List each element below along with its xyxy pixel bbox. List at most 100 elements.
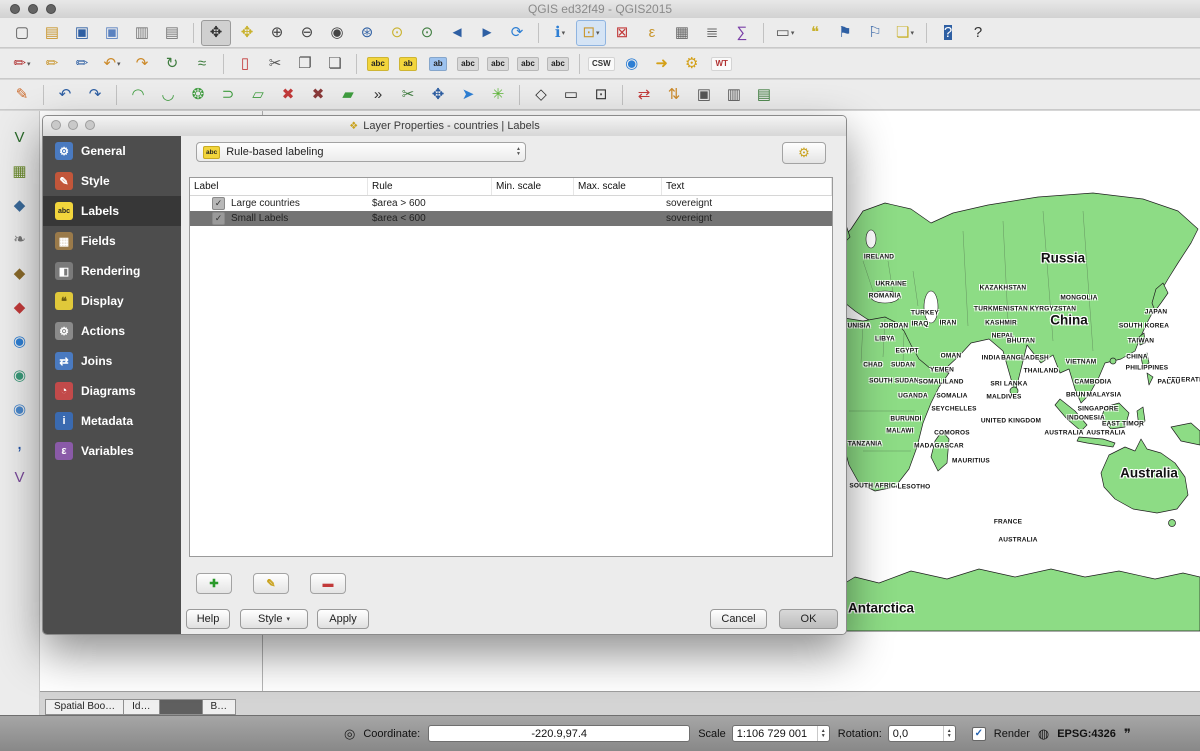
refresh-map-icon[interactable]: ⟳ — [503, 21, 531, 45]
text-annotation-icon[interactable]: ❏▾ — [891, 21, 919, 45]
pan-to-selection-icon[interactable]: ✥ — [233, 21, 261, 45]
toolbar-overflow-chevron[interactable]: » — [364, 83, 392, 107]
open-project-icon[interactable]: ▤ — [38, 21, 66, 45]
new-print-composer-icon[interactable]: ▥ — [128, 21, 156, 45]
whats-this-icon[interactable]: ? — [964, 21, 992, 45]
move-feature-copy-icon[interactable]: ❂ — [184, 83, 212, 107]
rule-enabled-checkbox[interactable]: ✓ — [212, 197, 225, 210]
csw-icon[interactable]: CSW — [587, 52, 616, 76]
split-features-icon[interactable]: ✂ — [394, 83, 422, 107]
reshape-features-icon[interactable]: ▱ — [244, 83, 272, 107]
mouse-position-icon[interactable]: ◎ — [344, 726, 355, 742]
raster-swap-icon[interactable]: ⇄ — [630, 83, 658, 107]
zoom-full-extent-icon[interactable]: ⊛ — [353, 21, 381, 45]
dialog-minimize-button[interactable] — [68, 120, 78, 130]
dropdown-arrow-icon[interactable]: ▾ — [562, 29, 566, 37]
composer-manager-icon[interactable]: ▤ — [158, 21, 186, 45]
zoom-last-icon[interactable]: ◄ — [443, 21, 471, 45]
open-attribute-table-icon[interactable]: ▦ — [668, 21, 696, 45]
save-layer-edits-icon[interactable]: ✏ — [68, 52, 96, 76]
plugin-arrow-icon[interactable]: ➜ — [648, 52, 676, 76]
dock-tab[interactable] — [159, 699, 203, 715]
add-wms-layer-icon[interactable]: ◉ — [7, 329, 33, 353]
rotate-label-icon[interactable]: abc — [484, 52, 512, 76]
apply-button[interactable]: Apply — [317, 609, 369, 629]
metasearch-icon[interactable]: ◉ — [618, 52, 646, 76]
identify-features-icon[interactable]: ℹ▾ — [546, 21, 574, 45]
redo-edits-icon[interactable]: ↷ — [128, 52, 156, 76]
dropdown-arrow-icon[interactable]: ▾ — [27, 60, 31, 68]
paste-features-icon[interactable]: ❏ — [321, 52, 349, 76]
dialog-zoom-button[interactable] — [85, 120, 95, 130]
save-project-icon[interactable]: ▣ — [68, 21, 96, 45]
shape-rectangle-center-icon[interactable]: ⊡ — [587, 83, 615, 107]
node-tool-icon[interactable]: ➤ — [454, 83, 482, 107]
wkt-icon[interactable]: WT — [708, 52, 736, 76]
rotation-input[interactable]: 0,0 ▲ ▼ — [888, 725, 956, 742]
render-checkbox[interactable]: ✓ — [972, 727, 986, 741]
add-wfs-layer-icon[interactable]: ◉ — [7, 397, 33, 421]
offset-curve-icon[interactable]: ⊃ — [214, 83, 242, 107]
stepper-down-icon[interactable]: ▼ — [947, 734, 952, 739]
statistical-summary-icon[interactable]: ≣ — [698, 21, 726, 45]
add-vector-layer-icon[interactable]: V — [7, 125, 33, 149]
merge-features-icon[interactable]: ▰ — [334, 83, 362, 107]
dropdown-arrow-icon[interactable]: ▾ — [117, 60, 121, 68]
stepper-down-icon[interactable]: ▼ — [821, 734, 826, 739]
scale-stepper[interactable]: ▲ ▼ — [817, 726, 829, 741]
automated-placement-button[interactable]: ⚙ — [782, 142, 826, 164]
dock-tab[interactable]: B… — [202, 699, 237, 715]
zoom-to-selection-icon[interactable]: ⊙ — [383, 21, 411, 45]
dialog-sidebar-item-diagrams[interactable]: ◔Diagrams — [43, 376, 181, 406]
delete-part-icon[interactable]: ✖ — [304, 83, 332, 107]
add-wcs-layer-icon[interactable]: ◉ — [7, 363, 33, 387]
rule-column-header[interactable]: Max. scale — [574, 178, 662, 195]
zoom-out-icon[interactable]: ⊖ — [293, 21, 321, 45]
dialog-close-button[interactable] — [51, 120, 61, 130]
add-spatialite-layer-icon[interactable]: ❧ — [7, 227, 33, 251]
cancel-button[interactable]: Cancel — [710, 609, 767, 629]
move-label-icon[interactable]: abc — [454, 52, 482, 76]
undo-icon[interactable]: ↶ — [51, 83, 79, 107]
new-shapefile-layer-icon[interactable]: V — [7, 465, 33, 489]
dialog-sidebar-item-rendering[interactable]: ◧Rendering — [43, 256, 181, 286]
delete-ring-icon[interactable]: ✖ — [274, 83, 302, 107]
sum-icon[interactable]: ∑ — [728, 21, 756, 45]
ok-button[interactable]: OK — [779, 609, 838, 629]
add-raster-layer-icon[interactable]: ▦ — [7, 159, 33, 183]
label-properties-icon[interactable]: abc — [544, 52, 572, 76]
shape-diamond-icon[interactable]: ◇ — [527, 83, 555, 107]
remove-rule-button[interactable]: ▬ — [310, 573, 346, 594]
dock-tab[interactable]: Spatial Boo… — [45, 699, 124, 715]
dialog-sidebar-item-metadata[interactable]: iMetadata — [43, 406, 181, 436]
layer-order-icon[interactable]: ⇅ — [660, 83, 688, 107]
rotation-stepper[interactable]: ▲ ▼ — [943, 726, 955, 741]
redo-icon[interactable]: ↷ — [81, 83, 109, 107]
zoom-in-icon[interactable]: ⊕ — [263, 21, 291, 45]
layer-chart-icon[interactable]: ▤ — [750, 83, 778, 107]
toggle-editing-icon[interactable]: ✏ — [38, 52, 66, 76]
capture-map-icon[interactable]: ▣ — [690, 83, 718, 107]
cut-features-icon[interactable]: ✂ — [261, 52, 289, 76]
highlight-pinned-labels-icon[interactable]: ab — [424, 52, 452, 76]
pan-map-icon[interactable]: ✥ — [201, 20, 231, 46]
zoom-to-layer-icon[interactable]: ⊙ — [413, 21, 441, 45]
rule-enabled-checkbox[interactable]: ✓ — [212, 212, 225, 225]
advanced-digitizing-icon[interactable]: ✎ — [8, 83, 36, 107]
dialog-sidebar-item-joins[interactable]: ⇄Joins — [43, 346, 181, 376]
add-postgis-layer-icon[interactable]: ◆ — [7, 193, 33, 217]
rule-row[interactable]: ✓Large countries$area > 600sovereignt — [190, 196, 832, 211]
coordinate-input[interactable]: -220.9,97.4 — [428, 725, 690, 742]
rule-column-header[interactable]: Rule — [368, 178, 492, 195]
style-menu-button[interactable]: Style ▾ — [240, 609, 308, 629]
select-features-icon[interactable]: ⊡▾ — [576, 20, 606, 46]
scale-combobox[interactable]: 1:106 729 001 ▲ ▼ — [732, 725, 830, 742]
capture-region-icon[interactable]: ▥ — [720, 83, 748, 107]
move-feature-icon[interactable]: ✥ — [424, 83, 452, 107]
undo-edits-icon[interactable]: ↶▾ — [98, 52, 126, 76]
labeling-mode-select[interactable]: abc Rule-based labeling ▲ ▼ — [196, 142, 526, 162]
dialog-sidebar-item-variables[interactable]: εVariables — [43, 436, 181, 466]
rotate-feature-icon[interactable]: ↻ — [158, 52, 186, 76]
dialog-sidebar-item-fields[interactable]: ▦Fields — [43, 226, 181, 256]
copy-features-icon[interactable]: ❐ — [291, 52, 319, 76]
